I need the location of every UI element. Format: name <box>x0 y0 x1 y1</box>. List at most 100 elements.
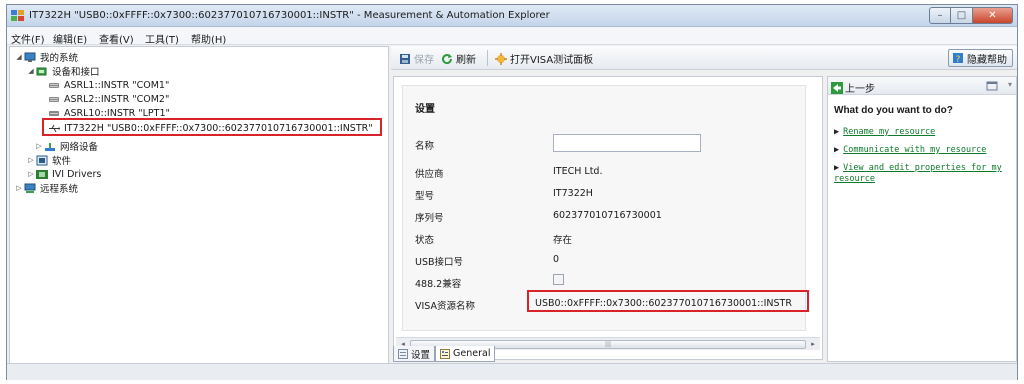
close-button[interactable]: ✕ <box>973 7 1013 24</box>
close-icon: ✕ <box>988 10 997 21</box>
status-value: 存在 <box>553 235 573 246</box>
usb-interface-label: USB接口号 <box>415 257 464 268</box>
content-area: 保存 刷新 打开VISA测试面板 ? 隐藏帮助 设置 名称 供应商 ITECH … <box>391 46 1017 364</box>
ieee4882-label: 488.2兼容 <box>415 279 462 290</box>
status-bar <box>7 363 1017 380</box>
minimize-button[interactable]: – <box>929 7 951 24</box>
view-edit-properties-link-text: View and edit properties for my resource <box>834 163 1002 184</box>
back-button-label: 上一步 <box>845 84 875 95</box>
tree-node-devices-interfaces[interactable]: ◢ 设备和接口 <box>26 64 100 78</box>
expand-arrow-icon[interactable]: ▷ <box>26 170 36 178</box>
communicate-resource-link[interactable]: ▶ Communicate with my resource <box>834 145 986 155</box>
back-button[interactable]: 上一步 <box>831 80 875 95</box>
toolbar-separator <box>487 50 488 66</box>
tree-label-remote-systems: 远程系统 <box>40 184 79 195</box>
minimize-icon: – <box>937 10 943 21</box>
menu-help[interactable]: 帮助(H) <box>191 31 226 46</box>
refresh-button-label: 刷新 <box>456 55 476 66</box>
bullet-arrow-icon: ▶ <box>834 163 840 173</box>
maximize-button[interactable]: □ <box>951 7 973 24</box>
maximize-icon: □ <box>956 10 967 21</box>
main-window: IT7322H "USB0::0xFFFF::0x7300::602377010… <box>6 4 1018 380</box>
tree-node-my-system[interactable]: ◢ 我的系统 <box>14 50 78 64</box>
tree-node-ivi-drivers[interactable]: ▷ IVI Drivers <box>26 167 101 181</box>
expand-arrow-icon[interactable]: ▷ <box>14 184 24 192</box>
tree-node-remote-systems[interactable]: ▷ 远程系统 <box>14 181 78 195</box>
hide-help-button[interactable]: ? 隐藏帮助 <box>948 49 1013 67</box>
tree-label-software: 软件 <box>52 156 72 167</box>
serial-port-icon <box>49 96 59 102</box>
open-visa-panel-button[interactable]: 打开VISA测试面板 <box>495 51 593 66</box>
window-title: IT7322H "USB0::0xFFFF::0x7300::602377010… <box>29 10 550 21</box>
refresh-button[interactable]: 刷新 <box>441 51 476 66</box>
tab-general[interactable]: General <box>435 346 496 362</box>
tab-general-label: General <box>453 348 491 359</box>
parallel-port-icon <box>49 110 59 116</box>
menu-edit[interactable]: 编辑(E) <box>53 31 87 46</box>
remote-systems-icon <box>24 183 36 193</box>
collapse-arrow-icon[interactable]: ◢ <box>26 67 36 75</box>
serial-number-label: 序列号 <box>415 213 444 224</box>
help-header: 上一步 ▾ <box>828 77 1016 95</box>
name-field[interactable] <box>553 134 701 152</box>
window-controls: – □ ✕ <box>929 7 1013 24</box>
max-app-icon <box>11 10 24 21</box>
settings-title: 设置 <box>415 104 435 115</box>
collapse-arrow-icon[interactable]: ◢ <box>14 53 24 61</box>
rename-resource-link[interactable]: ▶ Rename my resource <box>834 127 935 137</box>
bullet-arrow-icon: ▶ <box>834 127 840 137</box>
devices-icon <box>36 67 47 75</box>
name-label: 名称 <box>415 141 435 152</box>
expand-arrow-icon[interactable]: ▷ <box>34 142 44 150</box>
help-pane: 上一步 ▾ What do you want to do? ▶ Rename my… <box>827 76 1017 362</box>
model-label: 型号 <box>415 191 435 202</box>
properties-panel: 设置 名称 供应商 ITECH Ltd. 型号 IT7322H 序列号 6023… <box>393 76 823 360</box>
ieee4882-checkbox[interactable] <box>553 274 564 285</box>
view-edit-properties-link[interactable]: ▶ View and edit properties for my resourc… <box>834 163 1012 185</box>
save-button[interactable]: 保存 <box>399 51 434 66</box>
menu-view[interactable]: 查看(V) <box>99 31 134 46</box>
refresh-icon <box>442 53 453 64</box>
menu-file[interactable]: 文件(F) <box>11 31 45 46</box>
vendor-value: ITECH Ltd. <box>553 166 603 177</box>
save-button-label: 保存 <box>414 55 434 66</box>
tree-label-devices-interfaces: 设备和接口 <box>52 67 100 78</box>
highlight-box-visa-resource <box>527 290 809 312</box>
tree-label-my-system: 我的系统 <box>40 53 79 64</box>
computer-icon <box>24 52 36 62</box>
configuration-tree[interactable]: ◢ 我的系统 ◢ 设备和接口 ASRL1::INSTR "COM1" ASRL2… <box>9 46 389 364</box>
hide-help-label: 隐藏帮助 <box>967 54 1007 66</box>
help-icon: ? <box>953 53 963 64</box>
tab-settings[interactable]: 设置 <box>393 346 436 362</box>
svg-text:?: ? <box>956 55 961 64</box>
ivi-drivers-icon <box>36 169 48 179</box>
tree-label-ivi-drivers: IVI Drivers <box>52 168 102 180</box>
usb-interface-value: 0 <box>553 254 560 265</box>
visa-panel-icon <box>495 52 507 65</box>
save-icon <box>400 53 410 64</box>
scroll-right-icon[interactable]: ▸ <box>807 339 819 350</box>
settings-group: 设置 名称 供应商 ITECH Ltd. 型号 IT7322H 序列号 6023… <box>402 85 809 331</box>
settings-tab-icon <box>398 348 408 359</box>
status-label: 状态 <box>415 235 435 246</box>
view-tabs: 设置 General <box>393 346 496 362</box>
model-value: IT7322H <box>553 188 593 199</box>
communicate-resource-link-text: Communicate with my resource <box>843 145 987 155</box>
highlight-box-selected-device <box>42 118 382 136</box>
help-window-icon[interactable] <box>986 80 998 92</box>
tree-label-asrl2: ASRL2::INSTR "COM2" <box>64 93 170 105</box>
tree-node-network-devices[interactable]: ▷ 网络设备 <box>34 139 98 153</box>
serial-number-value: 602377010716730001 <box>553 210 662 221</box>
vendor-label: 供应商 <box>415 169 444 180</box>
expand-arrow-icon[interactable]: ▷ <box>26 156 36 164</box>
tree-label-network-devices: 网络设备 <box>60 142 99 153</box>
tree-node-software[interactable]: ▷ 软件 <box>26 153 71 167</box>
help-dropdown-icon[interactable]: ▾ <box>1008 80 1012 89</box>
tree-node-asrl2[interactable]: ASRL2::INSTR "COM2" <box>48 92 169 106</box>
menu-tools[interactable]: 工具(T) <box>145 31 179 46</box>
title-bar[interactable]: IT7322H "USB0::0xFFFF::0x7300::602377010… <box>7 5 1017 27</box>
visa-resource-label: VISA资源名称 <box>415 301 476 312</box>
serial-port-icon <box>49 82 59 88</box>
back-arrow-icon <box>831 81 843 94</box>
tree-node-asrl1[interactable]: ASRL1::INSTR "COM1" <box>48 78 169 92</box>
